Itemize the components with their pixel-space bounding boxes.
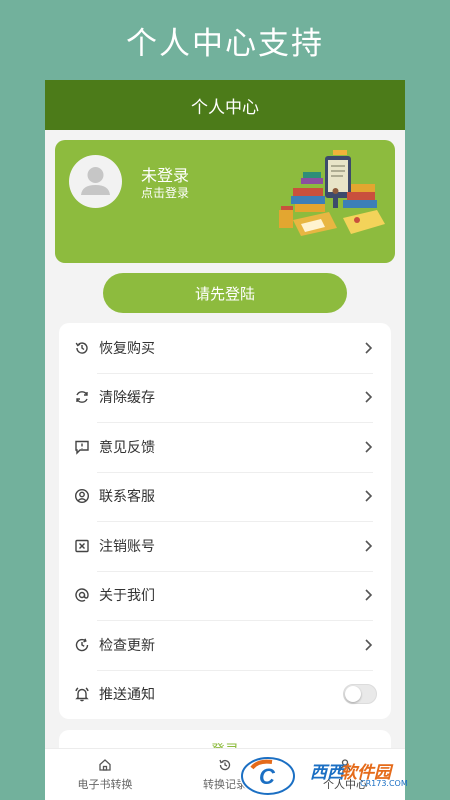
chevron-right-icon bbox=[365, 391, 373, 403]
close-box-icon bbox=[73, 537, 91, 555]
settings-menu: 恢复购买 清除缓存 意见反馈 联系客服 注销账号 关于我们 检查更新 推送通知 bbox=[59, 323, 391, 719]
refresh-icon bbox=[73, 388, 91, 406]
menu-item-restore-purchase[interactable]: 恢复购买 bbox=[59, 323, 391, 373]
menu-item-check-update[interactable]: 检查更新 bbox=[59, 620, 391, 670]
menu-item-label: 意见反馈 bbox=[99, 439, 155, 456]
avatar[interactable] bbox=[69, 155, 122, 208]
menu-item-label: 注销账号 bbox=[99, 538, 155, 555]
chevron-right-icon bbox=[365, 639, 373, 651]
at-icon bbox=[73, 586, 91, 604]
username[interactable]: 未登录 bbox=[141, 162, 189, 186]
menu-item-label: 联系客服 bbox=[99, 489, 155, 506]
bell-icon bbox=[73, 685, 91, 703]
menu-item-delete-account[interactable]: 注销账号 bbox=[59, 521, 391, 571]
app-header: 个人中心 bbox=[45, 80, 405, 130]
menu-item-label: 检查更新 bbox=[99, 637, 155, 654]
chevron-right-icon bbox=[365, 589, 373, 601]
restore-icon bbox=[73, 339, 91, 357]
menu-item-label: 清除缓存 bbox=[99, 390, 155, 407]
menu-item-clear-cache[interactable]: 清除缓存 bbox=[59, 372, 391, 423]
login-button[interactable]: 请先登陆 bbox=[103, 273, 347, 313]
books-illustration bbox=[279, 150, 385, 236]
menu-item-label: 推送通知 bbox=[99, 687, 155, 704]
svg-text:C: C bbox=[259, 764, 276, 789]
clock-icon bbox=[73, 636, 91, 654]
default-avatar-icon bbox=[81, 167, 110, 195]
watermark-brand-1: 西西 bbox=[310, 763, 344, 783]
home-icon bbox=[99, 759, 111, 771]
user-circle-icon bbox=[73, 487, 91, 505]
phone-screen: 个人中心 未登录 点击登录 请先登陆 恢复购买 清除缓存 意见反馈 联系客服 注… bbox=[45, 80, 405, 800]
history-icon bbox=[219, 759, 231, 771]
menu-item-about-us[interactable]: 关于我们 bbox=[59, 570, 391, 621]
watermark-url: CR173.COM bbox=[360, 779, 408, 788]
menu-item-label: 关于我们 bbox=[99, 588, 155, 605]
page-title: 个人中心 bbox=[191, 97, 259, 118]
watermark-logo-icon: C bbox=[239, 755, 297, 797]
toggle-knob[interactable] bbox=[345, 686, 361, 703]
promo-title: 个人中心支持 bbox=[126, 26, 324, 62]
feedback-icon bbox=[73, 438, 91, 456]
chevron-right-icon bbox=[365, 540, 373, 552]
watermark-logo: C 西西 软件园 CR173.COM bbox=[238, 752, 448, 798]
menu-item-feedback[interactable]: 意见反馈 bbox=[59, 422, 391, 472]
menu-item-contact-support[interactable]: 联系客服 bbox=[59, 471, 391, 522]
chevron-right-icon bbox=[365, 441, 373, 453]
profile-card[interactable]: 未登录 点击登录 bbox=[55, 140, 395, 263]
chevron-right-icon bbox=[365, 342, 373, 354]
menu-item-label: 恢复购买 bbox=[99, 340, 155, 357]
push-notification-toggle[interactable] bbox=[343, 684, 377, 705]
tab-label: 电子书转换 bbox=[77, 778, 133, 791]
login-hint[interactable]: 点击登录 bbox=[141, 184, 189, 201]
tab-ebook-convert[interactable]: 电子书转换 bbox=[45, 749, 165, 800]
chevron-right-icon bbox=[365, 490, 373, 502]
menu-item-push-notification: 推送通知 bbox=[59, 669, 391, 720]
